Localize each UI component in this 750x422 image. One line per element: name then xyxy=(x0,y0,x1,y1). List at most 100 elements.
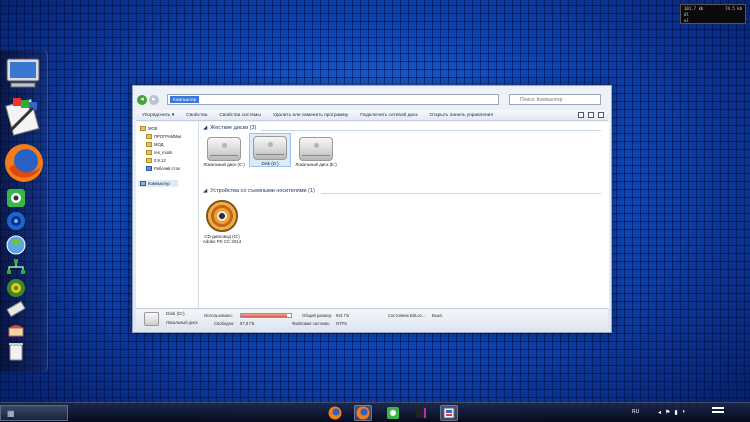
details-fs-value: NTFS xyxy=(336,321,347,326)
collapse-arrow-icon: ◢ xyxy=(203,188,208,194)
nav-item-moe[interactable]: МОЕ xyxy=(140,126,158,131)
explorer-window: ◂ ▸ Компьютер Поиск: Компьютер Упорядочи… xyxy=(132,85,612,333)
collapse-arrow-icon: ◢ xyxy=(203,125,208,131)
clock-icon[interactable] xyxy=(712,407,724,413)
explorer-icon xyxy=(443,407,455,419)
details-bitlocker-label: Состояние BitLoc... xyxy=(388,313,426,318)
notepad-icon[interactable] xyxy=(3,96,43,136)
folder-icon xyxy=(146,150,152,155)
folder-icon xyxy=(140,126,146,131)
net-meter-up: 74.5 kb xyxy=(725,6,742,11)
taskbar-app-media[interactable] xyxy=(412,405,430,421)
drive-thumbnail-icon xyxy=(144,312,159,326)
system-properties-button[interactable]: Свойства системы xyxy=(213,113,266,118)
navigation-pane: МОЕ ПРОГРАММЫ МОД res_mods 0.9.13 Рабочи… xyxy=(136,122,199,308)
group-divider xyxy=(321,193,601,194)
taskbar: ▦ RU ◂ ⚑ ▮ ◖ xyxy=(0,402,750,422)
uninstall-program-button[interactable]: Удалить или изменить программу xyxy=(267,113,354,118)
hard-drive-icon xyxy=(253,136,287,160)
nav-item-label: res_mods xyxy=(154,150,173,155)
left-dock xyxy=(0,50,48,372)
details-free-value: 87,8 ГБ xyxy=(240,321,255,326)
computer-icon[interactable] xyxy=(3,56,43,90)
camera-icon[interactable] xyxy=(6,188,26,208)
details-total-label: Общий размер: xyxy=(302,313,333,318)
volume-icon[interactable]: ◖ xyxy=(682,409,686,416)
disk-usage-bar xyxy=(240,313,292,318)
flag-icon[interactable]: ⚑ xyxy=(665,409,670,416)
nav-item-desktop[interactable]: Рабочий стол xyxy=(146,166,180,171)
details-pane: Disk (D:) Локальный диск Использовано: С… xyxy=(136,308,608,330)
properties-button[interactable]: Свойства xyxy=(180,113,213,118)
details-total-value: 931 ГБ xyxy=(336,313,350,318)
nav-item-label: Компьютер xyxy=(148,181,170,186)
drive-label: CD-дисковод (G:) Adobe PS CC 2014 xyxy=(202,234,242,244)
nav-item-label: МОЕ xyxy=(148,126,158,131)
breadcrumb[interactable]: Компьютер xyxy=(170,96,200,103)
forward-button[interactable]: ▸ xyxy=(149,95,159,105)
network-icon[interactable] xyxy=(6,258,26,276)
group-title: Устройства со съемными носителями (1) xyxy=(210,188,315,194)
eraser-icon[interactable] xyxy=(6,300,26,318)
view-options-icon[interactable] xyxy=(578,112,584,118)
nav-item-0913[interactable]: 0.9.13 xyxy=(146,158,166,163)
open-control-panel-button[interactable]: Открыть панель управления xyxy=(424,113,499,118)
gear-icon[interactable] xyxy=(6,278,26,298)
nav-item-label: Рабочий стол xyxy=(154,166,181,171)
folder-icon xyxy=(146,134,152,139)
cake-icon[interactable] xyxy=(6,320,26,338)
taskbar-app-firefox[interactable] xyxy=(326,405,344,421)
net-meter-dl-label: dl xyxy=(684,12,689,17)
spiral-icon[interactable] xyxy=(6,210,26,232)
help-icon[interactable] xyxy=(598,112,604,118)
net-meter-down: 101.7 kb xyxy=(684,6,704,11)
search-input[interactable]: Поиск: Компьютер xyxy=(509,94,601,105)
group-divider xyxy=(261,130,601,131)
nav-item-label: 0.9.13 xyxy=(154,158,166,163)
trash-icon[interactable] xyxy=(6,340,26,362)
organize-button[interactable]: Упорядочить ▾ xyxy=(136,113,180,118)
address-bar-row: ◂ ▸ Компьютер Поиск: Компьютер xyxy=(137,94,609,106)
firefox-icon xyxy=(356,406,370,420)
group-header-hdd[interactable]: ◢ Жесткие диски (3) xyxy=(203,125,256,131)
drive-d[interactable]: Disk (D:) xyxy=(249,133,291,167)
start-grid-icon: ▦ xyxy=(7,408,15,418)
hard-drive-icon xyxy=(207,137,241,161)
taskbar-app-camera[interactable] xyxy=(384,405,402,421)
tray-arrow-icon[interactable]: ◂ xyxy=(658,409,661,416)
language-indicator[interactable]: RU xyxy=(632,409,639,415)
search-placeholder: Поиск: Компьютер xyxy=(520,96,563,103)
drive-label: Локальный диск (E:) xyxy=(295,162,337,167)
details-fs-label: Файловая система: xyxy=(292,321,330,326)
details-used-label: Использовано: xyxy=(204,313,233,318)
nav-item-computer[interactable]: Компьютер xyxy=(138,180,178,187)
map-network-drive-button[interactable]: Подключить сетевой диск xyxy=(354,113,423,118)
network-tray-icon[interactable]: ▮ xyxy=(674,409,677,416)
media-icon xyxy=(416,408,426,418)
drive-c[interactable]: Локальный диск (C:) xyxy=(203,135,245,169)
drive-e[interactable]: Локальный диск (E:) xyxy=(295,135,337,169)
preview-pane-icon[interactable] xyxy=(588,112,594,118)
firefox-icon[interactable] xyxy=(3,142,45,184)
start-button[interactable]: ▦ xyxy=(0,405,68,421)
net-meter-row: ul xyxy=(681,17,745,23)
taskbar-app-explorer[interactable] xyxy=(440,405,458,421)
address-field[interactable]: Компьютер xyxy=(167,94,499,105)
nav-item-mod[interactable]: МОД xyxy=(146,142,164,147)
disk-usage-fill xyxy=(241,314,287,317)
nav-item-programs[interactable]: ПРОГРАММЫ xyxy=(146,134,181,139)
group-header-removable[interactable]: ◢ Устройства со съемными носителями (1) xyxy=(203,188,315,194)
globe-icon[interactable] xyxy=(6,234,26,256)
details-drive-type: Локальный диск xyxy=(166,320,198,325)
dvd-drive-g[interactable]: CD-дисковод (G:) Adobe PS CC 2014 xyxy=(201,198,243,246)
taskbar-app-firefox-active[interactable] xyxy=(354,405,372,421)
dvd-disc-icon xyxy=(206,200,238,232)
camera-icon xyxy=(387,407,399,419)
drive-label: Disk (D:) xyxy=(261,161,279,166)
back-button[interactable]: ◂ xyxy=(137,95,147,105)
hard-drive-icon xyxy=(299,137,333,161)
nav-item-res-mods[interactable]: res_mods xyxy=(146,150,172,155)
group-title: Жесткие диски (3) xyxy=(210,125,257,131)
nav-item-label: ПРОГРАММЫ xyxy=(154,134,182,139)
details-bitlocker-value: Выкл. xyxy=(432,313,444,318)
